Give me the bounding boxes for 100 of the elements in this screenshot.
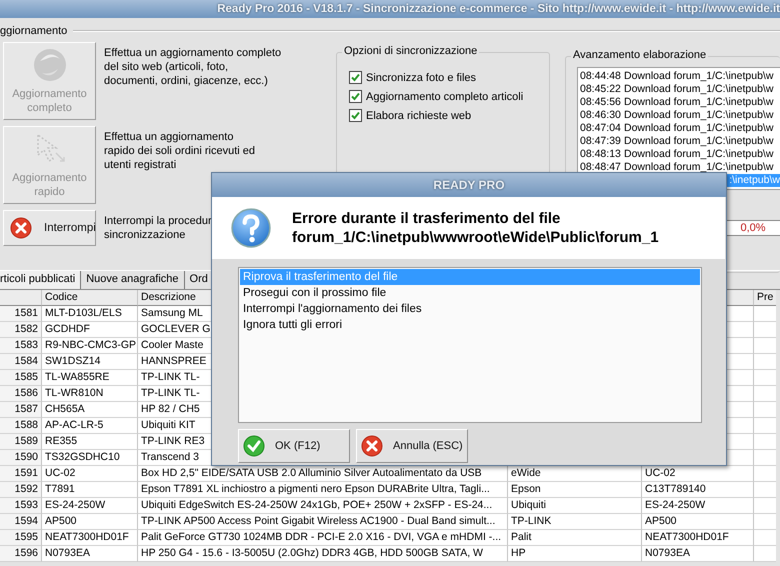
- table-cell: TL-WR810N: [42, 386, 138, 402]
- table-cell: UC-02: [642, 466, 754, 482]
- dialog-title: READY PRO: [212, 173, 726, 197]
- checkbox-label: Aggiornamento completo articoli: [366, 90, 524, 102]
- table-cell: TP-LINK: [508, 514, 642, 530]
- table-cell: [754, 434, 776, 450]
- table-cell: [754, 354, 776, 370]
- progress-group-title: Avanzamento elaborazione: [571, 49, 708, 61]
- row-number: 1586: [0, 386, 42, 402]
- log-time: 08:46:30: [580, 109, 622, 122]
- table-cell: [754, 322, 776, 338]
- checkbox[interactable]: [349, 109, 362, 122]
- table-cell: HP 250 G4 - 15.6 - I3-5005U (2.0Ghz) DDR3 4GB, HDD 500GB SATA, W: [138, 546, 508, 562]
- row-number: 1584: [0, 354, 42, 370]
- window-title: Ready Pro 2016 - V18.1.7 - Sincronizzazione e-commerce - Sito http://www.ewide.it - http://www.ewide.it: [0, 0, 780, 18]
- table-cell: Palit GeForce GT730 1024MB DDR - PCI-E 2.0 X16 - DVI, VGA e mHDMI -...: [138, 530, 508, 546]
- table-cell: N0793EA: [642, 546, 754, 562]
- tab[interactable]: rticoli pubblicati: [0, 271, 82, 289]
- row-number: 1585: [0, 370, 42, 386]
- table-cell: NEAT7300HD01F: [42, 530, 138, 546]
- table-cell: TL-WA855RE: [42, 370, 138, 386]
- table-cell: T7891: [42, 482, 138, 498]
- checkmark-icon: [243, 435, 265, 457]
- checkbox-label: Sincronizza foto e files: [366, 72, 476, 84]
- action-description: Effettua un aggiornamento completo del sito web (articoli, foto, documenti, ordini, giacenze, ecc.): [104, 46, 282, 89]
- log-time: 08:48:13: [580, 148, 622, 161]
- progress-reading: 0,0%: [740, 222, 766, 234]
- group-title: ggiornamento: [0, 25, 68, 37]
- log-text: Download forum_1/C:\inetpub\w: [624, 135, 774, 148]
- table-cell: C13T789140: [642, 482, 754, 498]
- log-text: Download forum_1/C:\inetpub\w: [624, 161, 774, 174]
- table-cell: [754, 370, 776, 386]
- stop-button[interactable]: Interrompi: [3, 210, 96, 246]
- log-text: Download forum_1/C:\inetpub\w: [624, 122, 774, 135]
- action-description: Effettua un aggiornamento rapido dei soli ordini ricevuti ed utenti registrati: [104, 130, 256, 173]
- checkbox[interactable]: [349, 71, 362, 84]
- table-cell: ES-24-250W: [642, 498, 754, 514]
- table-cell: [754, 338, 776, 354]
- checkbox-label: Elabora richieste web: [366, 110, 472, 122]
- table-cell: Epson: [508, 482, 642, 498]
- row-number: 1588: [0, 418, 42, 434]
- table-cell: SW1DSZ14: [42, 354, 138, 370]
- choice-item[interactable]: Prosegui con il prossimo file: [240, 285, 700, 301]
- table-cell: [754, 402, 776, 418]
- log-time: 08:45:56: [580, 96, 622, 109]
- table-cell: Ubiquiti: [508, 498, 642, 514]
- table-cell: MLT-D103L/ELS: [42, 306, 138, 322]
- row-number: 1591: [0, 466, 42, 482]
- row-number: 1583: [0, 338, 42, 354]
- log-text: :\inetpub\w: [729, 174, 780, 187]
- sphere-logo-icon: [32, 47, 68, 83]
- question-icon: [230, 207, 272, 249]
- table-cell: HP: [508, 546, 642, 562]
- table-cell: ES-24-250W: [42, 498, 138, 514]
- log-text: Download forum_1/C:\inetpub\w: [624, 109, 774, 122]
- row-number: 1581: [0, 306, 42, 322]
- options-group-title: Opzioni di sincronizzazione: [342, 45, 480, 57]
- table-cell: TS32GSDHC10: [42, 450, 138, 466]
- table-cell: UC-02: [42, 466, 138, 482]
- cancel-button[interactable]: Annulla (ESC): [356, 429, 468, 463]
- table-cell: CH565A: [42, 402, 138, 418]
- table-cell: R9-NBC-CMC3-GP: [42, 338, 138, 354]
- table-cell: [754, 450, 776, 466]
- action-description: Interrompi la procedur sincronizzazione: [104, 214, 212, 243]
- row-number: 1589: [0, 434, 42, 450]
- log-text: Download forum_1/C:\inetpub\w: [624, 83, 774, 96]
- checkbox[interactable]: [349, 90, 362, 103]
- row-number: 1594: [0, 514, 42, 530]
- close-icon: [10, 217, 32, 239]
- column-header[interactable]: Pre: [754, 290, 776, 306]
- table-cell: AP500: [642, 514, 754, 530]
- row-number: 1595: [0, 530, 42, 546]
- row-number: 1592: [0, 482, 42, 498]
- log-time: 08:44:48: [580, 70, 622, 83]
- table-cell: [754, 306, 776, 322]
- table-cell: GCDHDF: [42, 322, 138, 338]
- table-cell: [754, 498, 776, 514]
- ok-button[interactable]: OK (F12): [238, 429, 350, 463]
- table-cell: [754, 514, 776, 530]
- table-cell: [754, 482, 776, 498]
- table-cell: RE355: [42, 434, 138, 450]
- table-cell: Palit: [508, 530, 642, 546]
- header-cell: [0, 290, 42, 306]
- row-number: 1596: [0, 546, 42, 562]
- table-cell: AP500: [42, 514, 138, 530]
- table-cell: NEAT7300HD01F: [642, 530, 754, 546]
- row-number: 1582: [0, 322, 42, 338]
- table-cell: N0793EA: [42, 546, 138, 562]
- close-icon: [361, 435, 383, 457]
- table-cell: Box HD 2,5" EIDE/SATA USB 2.0 Alluminio Silver Autoalimentato da USB: [138, 466, 508, 482]
- table-cell: [754, 386, 776, 402]
- table-cell: [754, 466, 776, 482]
- choice-list[interactable]: Riprova il trasferimento del file Prosegui con il prossimo file Interrompi l'aggiornamento dei files Ignora tutti gli errori: [238, 267, 702, 423]
- error-message: Errore durante il trasferimento del file forum_1/C:\inetpub\wwwroot\eWide\Public\forum_1: [292, 209, 659, 247]
- column-header[interactable]: Codice: [42, 290, 138, 306]
- table-cell: [754, 546, 776, 562]
- log-time: 08:45:22: [580, 83, 622, 96]
- table-cell: TP-LINK AP500 Access Point Gigabit Wireless AC1900 - Dual Band simult...: [138, 514, 508, 530]
- table-cell: Epson T7891 XL inchiostro a pigmenti nero Epson DURABrite Ultra, Tagli...: [138, 482, 508, 498]
- log-text: Download forum_1/C:\inetpub\w: [624, 148, 774, 161]
